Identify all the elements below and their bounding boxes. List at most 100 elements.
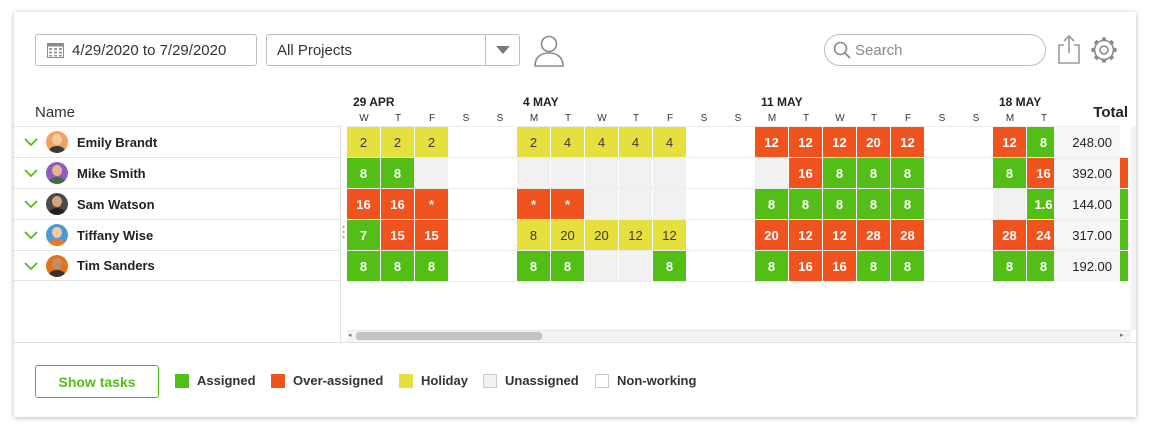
workload-cell[interactable]: 16 <box>1027 158 1054 188</box>
workload-cell[interactable]: 20 <box>755 220 788 250</box>
workload-cell[interactable]: 8 <box>857 251 890 281</box>
workload-cell[interactable]: 12 <box>823 220 856 250</box>
workload-cell[interactable] <box>755 158 788 188</box>
dropdown-button[interactable] <box>485 35 519 65</box>
workload-cell[interactable]: 12 <box>789 127 822 157</box>
chevron-down-icon[interactable] <box>24 261 38 270</box>
workload-cell[interactable] <box>517 158 550 188</box>
workload-cell[interactable]: 8 <box>993 251 1026 281</box>
workload-cell[interactable]: 8 <box>381 251 414 281</box>
workload-cell[interactable]: 8 <box>755 251 788 281</box>
workload-cell[interactable]: 20 <box>857 127 890 157</box>
export-button[interactable] <box>1057 34 1081 64</box>
workload-cell[interactable]: 4 <box>619 127 652 157</box>
workload-cell[interactable]: 12 <box>891 127 924 157</box>
workload-cell[interactable]: 24 <box>1027 220 1054 250</box>
workload-cell[interactable]: 4 <box>653 127 686 157</box>
workload-cell[interactable]: 8 <box>517 220 550 250</box>
workload-cell[interactable]: 28 <box>891 220 924 250</box>
workload-cell[interactable]: * <box>517 189 550 219</box>
chevron-down-icon[interactable] <box>24 138 38 146</box>
workload-cell[interactable]: 12 <box>789 220 822 250</box>
workload-cell[interactable]: 2 <box>347 127 380 157</box>
workload-cell[interactable]: * <box>415 189 448 219</box>
workload-cell[interactable]: 7 <box>347 220 380 250</box>
workload-cell[interactable]: 2 <box>415 127 448 157</box>
workload-cell[interactable] <box>415 158 448 188</box>
workload-cell[interactable]: 8 <box>993 158 1026 188</box>
workload-cell[interactable]: 4 <box>551 127 584 157</box>
workload-cell[interactable]: 16 <box>789 158 822 188</box>
workload-cell[interactable]: * <box>551 189 584 219</box>
workload-cell[interactable] <box>1120 220 1128 250</box>
workload-cell[interactable]: 8 <box>857 189 890 219</box>
workload-cell[interactable]: 8 <box>347 251 380 281</box>
search-box[interactable] <box>824 34 1046 66</box>
workload-cell[interactable]: 8 <box>755 189 788 219</box>
name-column-header[interactable]: Name <box>35 104 75 121</box>
workload-cell[interactable]: 8 <box>415 251 448 281</box>
workload-cell[interactable] <box>653 189 686 219</box>
column-divider[interactable] <box>340 126 341 342</box>
workload-cell[interactable]: 28 <box>857 220 890 250</box>
scroll-left-arrow-icon[interactable]: ◂ <box>348 331 352 339</box>
total-column-header[interactable]: Total <box>1054 104 1130 121</box>
workload-cell[interactable]: 8 <box>381 158 414 188</box>
workload-cell[interactable]: 8 <box>551 251 584 281</box>
workload-cell[interactable]: 12 <box>993 127 1026 157</box>
workload-cell[interactable]: 8 <box>347 158 380 188</box>
workload-cell[interactable]: 8 <box>517 251 550 281</box>
workload-cell[interactable]: 8 <box>823 189 856 219</box>
date-range-picker[interactable]: 4/29/2020 to 7/29/2020 <box>35 34 257 66</box>
settings-button[interactable] <box>1090 36 1118 64</box>
workload-cell[interactable]: 1.6 <box>1027 189 1054 219</box>
workload-cell[interactable] <box>551 158 584 188</box>
workload-cell[interactable]: 16 <box>789 251 822 281</box>
workload-cell[interactable]: 16 <box>381 189 414 219</box>
resource-row[interactable]: Mike Smith <box>14 157 340 188</box>
resize-handle-icon[interactable] <box>342 225 345 239</box>
workload-cell[interactable]: 15 <box>415 220 448 250</box>
scrollbar-thumb[interactable] <box>356 332 542 340</box>
workload-cell[interactable] <box>619 158 652 188</box>
chevron-down-icon[interactable] <box>24 169 38 177</box>
scroll-right-arrow-icon[interactable]: ▸ <box>1120 331 1124 339</box>
workload-cell[interactable] <box>653 158 686 188</box>
workload-cell[interactable]: 8 <box>823 158 856 188</box>
workload-cell[interactable]: 15 <box>381 220 414 250</box>
workload-cell[interactable]: 12 <box>653 220 686 250</box>
user-filter-button[interactable] <box>532 32 566 68</box>
resource-row[interactable]: Sam Watson <box>14 188 340 219</box>
workload-cell[interactable] <box>993 189 1026 219</box>
chevron-down-icon[interactable] <box>24 231 38 239</box>
workload-cell[interactable]: 12 <box>755 127 788 157</box>
resource-row[interactable]: Tim Sanders <box>14 250 340 281</box>
workload-cell[interactable]: 16 <box>347 189 380 219</box>
workload-cell[interactable]: 8 <box>789 189 822 219</box>
workload-cell[interactable]: 12 <box>619 220 652 250</box>
workload-cell[interactable] <box>619 251 652 281</box>
show-tasks-button[interactable]: Show tasks <box>35 365 159 398</box>
workload-cell[interactable] <box>585 158 618 188</box>
workload-cell[interactable] <box>1120 251 1128 281</box>
workload-cell[interactable] <box>1120 158 1128 188</box>
workload-cell[interactable] <box>619 189 652 219</box>
workload-cell[interactable]: 8 <box>891 189 924 219</box>
workload-cell[interactable] <box>1120 189 1128 219</box>
chevron-down-icon[interactable] <box>24 200 38 208</box>
workload-cell[interactable]: 20 <box>551 220 584 250</box>
workload-cell[interactable]: 8 <box>857 158 890 188</box>
resource-row[interactable]: Tiffany Wise <box>14 219 340 250</box>
workload-cell[interactable]: 2 <box>381 127 414 157</box>
workload-cell[interactable] <box>585 251 618 281</box>
resource-row[interactable]: Emily Brandt <box>14 126 340 157</box>
workload-cell[interactable]: 20 <box>585 220 618 250</box>
workload-cell[interactable]: 8 <box>891 251 924 281</box>
workload-cell[interactable]: 8 <box>1027 251 1054 281</box>
workload-cell[interactable]: 2 <box>517 127 550 157</box>
workload-cell[interactable]: 8 <box>653 251 686 281</box>
project-filter-select[interactable]: All Projects <box>266 34 520 66</box>
workload-cell[interactable]: 8 <box>1027 127 1054 157</box>
search-input[interactable] <box>855 41 1025 59</box>
workload-cell[interactable]: 12 <box>823 127 856 157</box>
